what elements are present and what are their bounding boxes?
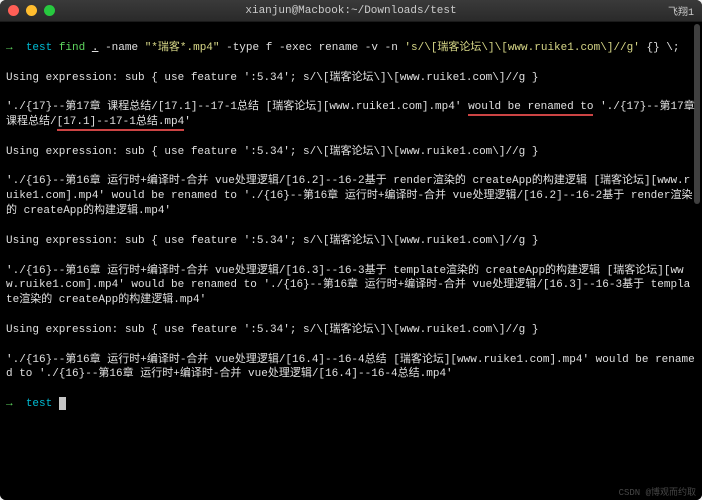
cmd-semi: \;	[666, 42, 679, 54]
close-icon[interactable]	[8, 5, 19, 16]
window-title: xianjun@Macbook:~/Downloads/test	[0, 5, 702, 17]
cmd-v-flag: -v	[365, 42, 378, 54]
cmd-rename: rename	[319, 42, 359, 54]
cursor-icon	[59, 397, 66, 410]
scrollbar[interactable]	[694, 24, 700, 204]
out-l2b-underline: would be renamed to	[468, 101, 593, 116]
prompt-arrow-icon: →	[6, 42, 13, 54]
cmd-sed: 's/\[瑞客论坛\]\[www.ruike1.com\]//g'	[404, 42, 639, 54]
maximize-icon[interactable]	[44, 5, 55, 16]
cmd-find: find	[59, 42, 85, 54]
cmd-dot: .	[92, 42, 99, 54]
output-expr-1: Using expression: sub { use feature ':5.…	[6, 71, 696, 86]
output-expr-4: Using expression: sub { use feature ':5.…	[6, 323, 696, 338]
minimize-icon[interactable]	[26, 5, 37, 16]
prompt-cwd: test	[26, 398, 52, 410]
output-expr-3: Using expression: sub { use feature ':5.…	[6, 234, 696, 249]
output-rename-4: './{16}--第16章 运行时+编译时-合并 vue处理逻辑/[16.4]-…	[6, 353, 696, 383]
out-l2e: '	[184, 116, 191, 128]
cmd-type-val: f	[266, 42, 273, 54]
prompt-arrow-icon: →	[6, 398, 13, 410]
cmd-braces: {}	[646, 42, 659, 54]
output-rename-1: './{17}--第17章 课程总结/[17.1]--17-1总结 [瑞客论坛]…	[6, 100, 696, 130]
prompt-cwd: test	[26, 42, 52, 54]
output-rename-3: './{16}--第16章 运行时+编译时-合并 vue处理逻辑/[16.3]-…	[6, 264, 696, 309]
terminal-window: xianjun@Macbook:~/Downloads/test 飞翔1 → t…	[0, 0, 702, 500]
terminal-body[interactable]: → test find . -name "*瑞客*.mp4" -type f -…	[0, 22, 702, 500]
prompt-line: → test	[6, 397, 696, 412]
cmd-exec-flag: -exec	[279, 42, 312, 54]
traffic-lights	[8, 5, 55, 16]
status-right: 飞翔1	[668, 3, 694, 19]
output-rename-2: './{16}--第16章 运行时+编译时-合并 vue处理逻辑/[16.2]-…	[6, 174, 696, 219]
out-l2a: './{17}--第17章 课程总结/[17.1]--17-1总结 [瑞客论坛]…	[6, 101, 468, 113]
cmd-type-flag: -type	[226, 42, 259, 54]
cmd-name-flag: -name	[105, 42, 138, 54]
cmd-name-pattern: "*瑞客*.mp4"	[145, 42, 220, 54]
watermark: CSDN @博观而约取	[619, 485, 696, 498]
output-expr-2: Using expression: sub { use feature ':5.…	[6, 145, 696, 160]
command-line: → test find . -name "*瑞客*.mp4" -type f -…	[6, 41, 696, 56]
titlebar: xianjun@Macbook:~/Downloads/test 飞翔1	[0, 0, 702, 22]
out-l2d-underline: [17.1]--17-1总结.mp4	[57, 116, 185, 131]
cmd-n-flag: -n	[385, 42, 398, 54]
